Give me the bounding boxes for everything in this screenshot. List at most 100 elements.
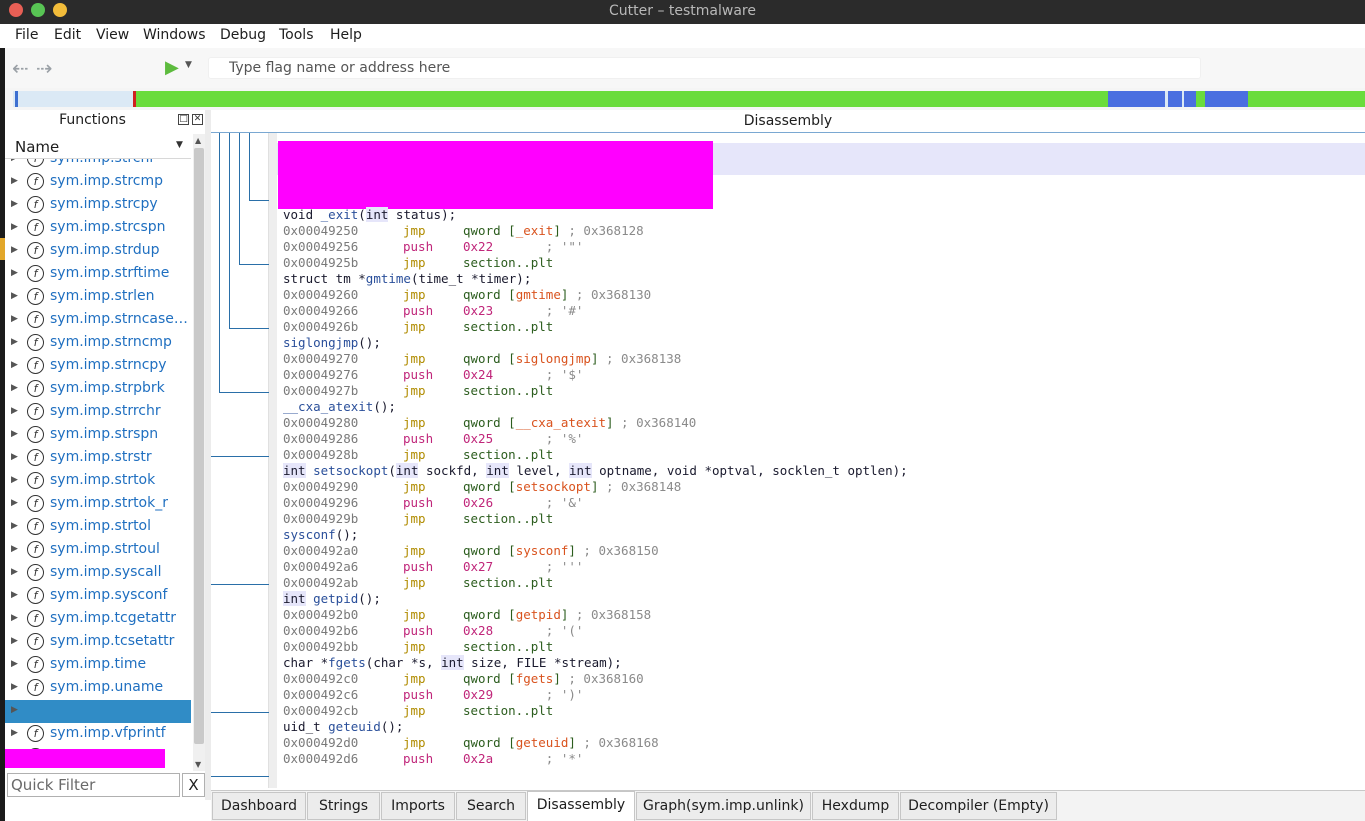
expand-arrow-icon[interactable]: ▶ <box>11 636 18 646</box>
instruction-line[interactable]: 0x000492c6 push 0x29 ; ')' <box>283 687 1363 703</box>
instruction-line[interactable]: 0x00049296 push 0x26 ; '&' <box>283 495 1363 511</box>
forward-arrow-icon[interactable]: ⇢ <box>36 56 53 80</box>
function-signature[interactable]: char *fgets(char *s, int size, FILE *str… <box>283 655 1363 671</box>
function-signature[interactable]: int setsockopt(int sockfd, int level, in… <box>283 463 1363 479</box>
expand-arrow-icon[interactable]: ▶ <box>11 590 18 600</box>
menu-help[interactable]: Help <box>330 27 362 43</box>
function-list-item[interactable]: ▶ f sym.imp.strcpy <box>5 194 191 217</box>
navigation-bar[interactable] <box>5 88 1365 110</box>
expand-arrow-icon[interactable]: ▶ <box>11 314 18 324</box>
sort-down-icon[interactable]: ▼ <box>176 140 183 150</box>
function-list-item[interactable]: ▶ f sym.imp.sysconf <box>5 585 191 608</box>
function-list-item[interactable]: ▶ f sym.imp.tcgetattr <box>5 608 191 631</box>
nav-data-segment[interactable] <box>1184 91 1196 107</box>
flag-address-search-input[interactable] <box>208 57 1201 79</box>
function-list-item[interactable]: ▶ f sym.imp.strftime <box>5 263 191 286</box>
instruction-line[interactable]: 0x0004926b jmp section..plt <box>283 319 1363 335</box>
function-list-item[interactable]: ▶ f sym.imp.strncmp <box>5 332 191 355</box>
expand-arrow-icon[interactable]: ▶ <box>11 544 18 554</box>
function-list-item[interactable]: ▶ f sym.imp.vfprintf <box>5 723 191 746</box>
function-signature[interactable]: uid_t geteuid(); <box>283 719 1363 735</box>
expand-arrow-icon[interactable]: ▶ <box>11 360 18 370</box>
expand-arrow-icon[interactable]: ▶ <box>11 383 18 393</box>
function-list-item[interactable]: ▶ f sym.imp.strpbrk <box>5 378 191 401</box>
chevron-down-icon[interactable]: ▼ <box>185 60 192 70</box>
function-list-item[interactable]: ▶ f sym.imp.strtoul <box>5 539 191 562</box>
instruction-line[interactable]: 0x000492a0 jmp qword [sysconf] ; 0x368150 <box>283 543 1363 559</box>
expand-arrow-icon[interactable]: ▶ <box>11 567 18 577</box>
function-list-item[interactable]: ▶ f sym.imp.strchr <box>5 159 191 171</box>
instruction-line[interactable]: 0x00049256 push 0x22 ; '"' <box>283 239 1363 255</box>
function-list-item[interactable]: ▶ f sym.imp.strstr <box>5 447 191 470</box>
expand-arrow-icon[interactable]: ▶ <box>11 452 18 462</box>
expand-arrow-icon[interactable]: ▶ <box>11 222 18 232</box>
expand-arrow-icon[interactable]: ▶ <box>11 268 18 278</box>
instruction-line[interactable]: 0x000492d0 jmp qword [geteuid] ; 0x368168 <box>283 735 1363 751</box>
function-signature[interactable]: int getpid(); <box>283 591 1363 607</box>
instruction-line[interactable]: 0x000492ab jmp section..plt <box>283 575 1363 591</box>
function-list-item[interactable]: ▶ f sym.imp.syscall <box>5 562 191 585</box>
operand-reference[interactable]: _exit <box>516 223 554 238</box>
instruction-line[interactable]: 0x00049250 jmp qword [_exit] ; 0x368128 <box>283 223 1363 239</box>
function-signature[interactable]: siglongjmp(); <box>283 335 1363 351</box>
function-list-item[interactable]: ▶ f sym.imp.uname <box>5 677 191 700</box>
scrollbar-thumb[interactable] <box>194 148 204 744</box>
function-list-item[interactable]: ▶ f sym.imp.strtok_r <box>5 493 191 516</box>
tab-graph[interactable]: Graph(sym.imp.unlink) <box>636 792 811 820</box>
instruction-line[interactable]: 0x000492c0 jmp qword [fgets] ; 0x368160 <box>283 671 1363 687</box>
scroll-up-icon[interactable]: ▲ <box>195 136 201 145</box>
function-list-item[interactable]: ▶ f sym.imp.strdup <box>5 240 191 263</box>
instruction-line[interactable]: 0x00049290 jmp qword [setsockopt] ; 0x3681… <box>283 479 1363 495</box>
instruction-line[interactable]: 0x00049280 jmp qword [__cxa_atexit] ; 0x36… <box>283 415 1363 431</box>
menu-tools[interactable]: Tools <box>279 27 314 43</box>
menu-edit[interactable]: Edit <box>54 27 81 43</box>
expand-arrow-icon[interactable]: ▶ <box>11 291 18 301</box>
function-list-item[interactable]: ▶ f sym.imp.strspn <box>5 424 191 447</box>
instruction-line[interactable]: 0x000492d6 push 0x2a ; '*' <box>283 751 1363 767</box>
nav-code-segment[interactable] <box>136 91 1108 107</box>
expand-arrow-icon[interactable]: ▶ <box>11 199 18 209</box>
expand-arrow-icon[interactable]: ▶ <box>11 159 18 163</box>
play-icon[interactable]: ▶ <box>165 57 179 78</box>
instruction-line[interactable]: 0x00049286 push 0x25 ; '%' <box>283 431 1363 447</box>
function-signature[interactable]: __cxa_atexit(); <box>283 399 1363 415</box>
back-arrow-icon[interactable]: ⇠ <box>12 56 29 80</box>
operand-reference[interactable]: setsockopt <box>516 479 591 494</box>
function-list-item[interactable]: ▶ f sym.imp.strtol <box>5 516 191 539</box>
expand-arrow-icon[interactable]: ▶ <box>11 613 18 623</box>
instruction-line[interactable]: 0x000492cb jmp section..plt <box>283 703 1363 719</box>
function-list-item[interactable]: ▶ <box>5 700 191 723</box>
nav-empty-segment[interactable] <box>13 91 134 107</box>
function-list-item[interactable]: ▶ f sym.imp.strcspn <box>5 217 191 240</box>
operand-reference[interactable]: getpid <box>516 607 561 622</box>
tab-decompiler[interactable]: Decompiler (Empty) <box>900 792 1057 820</box>
function-list-item[interactable]: ▶ f sym.imp.time <box>5 654 191 677</box>
menu-debug[interactable]: Debug <box>220 27 266 43</box>
functions-column-header[interactable]: Name ▼ <box>5 134 191 159</box>
instruction-line[interactable]: 0x000492b0 jmp qword [getpid] ; 0x368158 <box>283 607 1363 623</box>
float-panel-button[interactable]: □ <box>178 114 189 125</box>
instruction-line[interactable]: 0x00049270 jmp qword [siglongjmp] ; 0x3681… <box>283 351 1363 367</box>
function-list-item[interactable]: ▶ f sym.imp.strrchr <box>5 401 191 424</box>
clear-filter-button[interactable]: X <box>182 773 205 797</box>
instruction-line[interactable]: 0x000492a6 push 0x27 ; ''' <box>283 559 1363 575</box>
operand-reference[interactable]: sysconf <box>516 543 569 558</box>
tab-disassembly[interactable]: Disassembly <box>527 791 635 821</box>
nav-data-segment[interactable] <box>1168 91 1182 107</box>
menu-view[interactable]: View <box>96 27 129 43</box>
functions-scrollbar[interactable]: ▲ ▼ <box>193 134 205 771</box>
function-list-item[interactable]: ▶ f sym.imp.strncase… <box>5 309 191 332</box>
function-signature[interactable]: sysconf(); <box>283 527 1363 543</box>
instruction-line[interactable]: 0x00049260 jmp qword [gmtime] ; 0x368130 <box>283 287 1363 303</box>
expand-arrow-icon[interactable]: ▶ <box>11 245 18 255</box>
disassembly-view[interactable]: void _exit(int status); 0x00049250 jmp qwor… <box>211 132 1365 788</box>
scroll-down-icon[interactable]: ▼ <box>195 760 201 769</box>
expand-arrow-icon[interactable]: ▶ <box>11 705 18 715</box>
tab-imports[interactable]: Imports <box>381 792 455 820</box>
instruction-line[interactable]: 0x0004927b jmp section..plt <box>283 383 1363 399</box>
expand-arrow-icon[interactable]: ▶ <box>11 475 18 485</box>
function-list-item[interactable]: ▶ f sym.imp.strlen <box>5 286 191 309</box>
expand-arrow-icon[interactable]: ▶ <box>11 429 18 439</box>
menu-windows[interactable]: Windows <box>143 27 206 43</box>
tab-search[interactable]: Search <box>456 792 526 820</box>
